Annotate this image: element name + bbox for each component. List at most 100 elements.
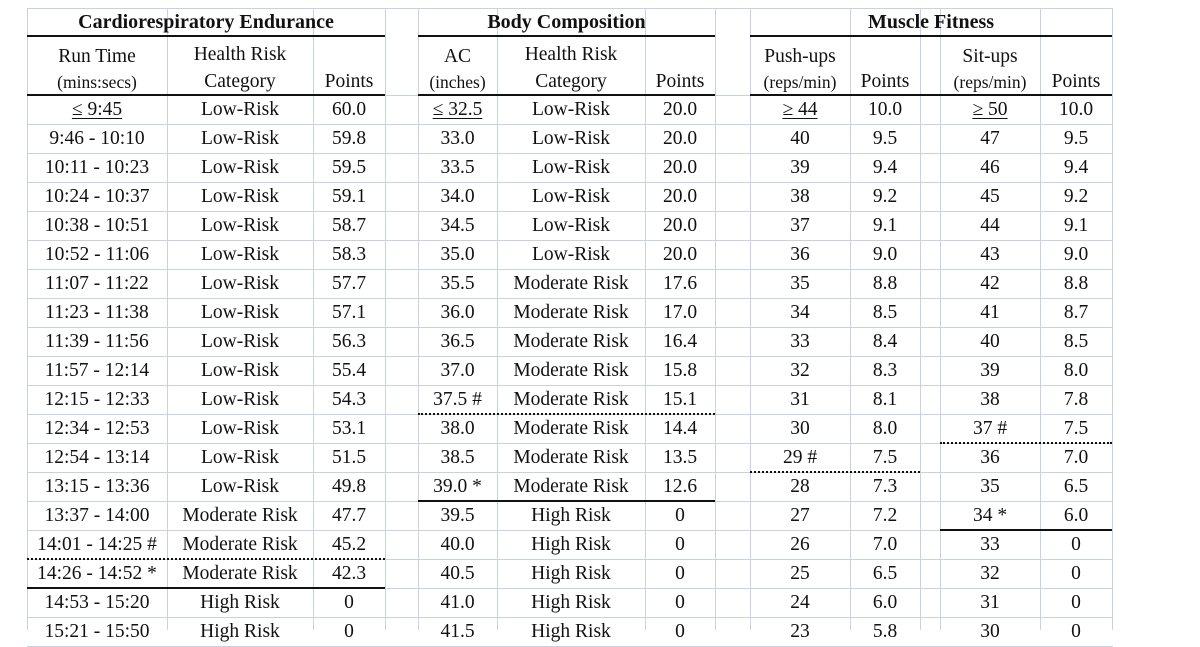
cardio-points-cell-text: 59.1 (331, 185, 367, 207)
run-time-cell: 10:52 - 11:06 (27, 240, 167, 269)
push-points-cell: 8.5 (850, 298, 920, 327)
push-ups-cell: 34 (750, 298, 850, 327)
sit-points-cell-text: 6.5 (1063, 475, 1089, 497)
sit-points-cell-text: 9.1 (1063, 214, 1089, 236)
body-minimum-solid-line (418, 500, 715, 502)
ac-cell: 35.0 (418, 240, 497, 269)
cardio-points-cell: 57.1 (313, 298, 385, 327)
body-risk-cell-text: Low-Risk (532, 214, 610, 236)
run-time-cell-text: 11:39 - 11:56 (45, 330, 149, 352)
body-points-cell-text: 20.0 (662, 243, 698, 265)
push-ups-cell: 32 (750, 356, 850, 385)
body-risk-cell: High Risk (497, 559, 645, 588)
push-ups-cell-text: 24 (790, 591, 810, 613)
run-time-cell-text: 13:15 - 13:36 (44, 475, 150, 497)
body-risk-cell-text: Low-Risk (532, 185, 610, 207)
body-points-cell: 12.6 (645, 472, 715, 501)
grid-vline (920, 8, 921, 630)
ac-cell: 41.0 (418, 588, 497, 617)
cardio-risk-cell-text: Low-Risk (201, 185, 279, 207)
header-cardio-points: Points (313, 36, 385, 95)
cardio-risk-cell: Low-Risk (167, 182, 313, 211)
push-ups-cell: 40 (750, 124, 850, 153)
body-risk-cell: High Risk (497, 530, 645, 559)
ac-cell: 34.5 (418, 211, 497, 240)
body-risk-cell: Low-Risk (497, 153, 645, 182)
run-time-cell-text: 12:54 - 13:14 (44, 446, 150, 468)
sit-points-cell: 6.0 (1040, 501, 1112, 530)
sit-points-cell-text: 9.0 (1063, 243, 1089, 265)
cardio-points-cell: 55.4 (313, 356, 385, 385)
push-points-cell-text: 9.4 (872, 156, 898, 178)
body-points-cell: 20.0 (645, 124, 715, 153)
ac-cell: 41.5 (418, 617, 497, 646)
ac-cell: 33.0 (418, 124, 497, 153)
sit-ups-cell: 33 (940, 530, 1040, 559)
cardio-points-cell-text: 53.1 (331, 417, 367, 439)
push-ups-cell-text: 40 (790, 127, 810, 149)
ac-cell-text: 33.5 (440, 156, 475, 178)
cardio-points-cell-text: 49.8 (331, 475, 367, 497)
sit-ups-cell: 32 (940, 559, 1040, 588)
run-time-cell: 11:57 - 12:14 (27, 356, 167, 385)
sit-points-cell: 0 (1040, 559, 1112, 588)
cardio-points-cell: 59.1 (313, 182, 385, 211)
cardio-points-cell-text: 58.3 (331, 243, 367, 265)
body-points-cell-text: 20.0 (662, 185, 698, 207)
cardio-points-cell: 49.8 (313, 472, 385, 501)
body-risk-cell: Moderate Risk (497, 385, 645, 414)
run-time-cell-text: 13:37 - 14:00 (44, 504, 150, 526)
body-risk-cell-text: Moderate Risk (513, 359, 629, 381)
cardio-risk-cell-text: Low-Risk (201, 388, 279, 410)
header-body-points: Points (645, 36, 715, 95)
run-time-cell: 13:15 - 13:36 (27, 472, 167, 501)
cardio-risk-cell: Low-Risk (167, 298, 313, 327)
header-cardio-risk-line1: Health Risk (193, 44, 287, 65)
run-time-cell-text: 10:52 - 11:06 (44, 243, 150, 265)
ac-cell: 33.5 (418, 153, 497, 182)
body-risk-cell: Low-Risk (497, 124, 645, 153)
body-risk-cell-text: Moderate Risk (513, 475, 629, 497)
body-points-cell: 0 (645, 617, 715, 646)
body-risk-cell-text: Low-Risk (532, 127, 610, 149)
sit-points-cell: 0 (1040, 530, 1112, 559)
header-run-time: Run Time (mins:secs) (27, 36, 167, 95)
push-ups-cell: 38 (750, 182, 850, 211)
push-ups-cell: 37 (750, 211, 850, 240)
cardio-points-cell-text: 47.7 (331, 504, 367, 526)
body-points-cell: 0 (645, 588, 715, 617)
ac-cell: 34.0 (418, 182, 497, 211)
sit-ups-cell-text: 47 (980, 127, 1000, 149)
body-risk-cell: Low-Risk (497, 95, 645, 124)
header-push-ups: Push-ups (reps/min) (750, 36, 850, 95)
ac-cell: 40.0 (418, 530, 497, 559)
body-points-cell: 0 (645, 559, 715, 588)
ac-cell: 35.5 (418, 269, 497, 298)
sit-points-cell: 8.7 (1040, 298, 1112, 327)
ac-cell: 40.5 (418, 559, 497, 588)
push-points-cell: 9.4 (850, 153, 920, 182)
body-risk-cell: Moderate Risk (497, 269, 645, 298)
push-points-cell-text: 7.0 (872, 533, 898, 555)
ac-cell: 37.5 # (418, 385, 497, 414)
cardio-points-cell-text: 57.7 (331, 272, 367, 294)
run-time-cell: 12:34 - 12:53 (27, 414, 167, 443)
push-healthy-fitness-dotted-line (750, 471, 920, 473)
push-ups-cell: 31 (750, 385, 850, 414)
push-points-cell: 9.5 (850, 124, 920, 153)
sit-ups-cell: 30 (940, 617, 1040, 646)
push-ups-cell: 28 (750, 472, 850, 501)
push-ups-cell: 23 (750, 617, 850, 646)
run-time-cell-text: 15:21 - 15:50 (44, 620, 150, 642)
body-risk-cell-text: Low-Risk (532, 243, 610, 265)
sit-points-cell: 9.1 (1040, 211, 1112, 240)
push-points-cell: 8.4 (850, 327, 920, 356)
sit-points-cell-text: 10.0 (1058, 98, 1094, 120)
header-push-ups-line1: Push-ups (764, 46, 836, 67)
push-points-cell-text: 8.3 (872, 359, 898, 381)
sit-points-cell: 8.0 (1040, 356, 1112, 385)
push-points-cell-text: 8.5 (872, 301, 898, 323)
cardio-risk-cell-text: Low-Risk (201, 214, 279, 236)
push-ups-cell-text: 33 (790, 330, 810, 352)
body-risk-cell: Moderate Risk (497, 298, 645, 327)
